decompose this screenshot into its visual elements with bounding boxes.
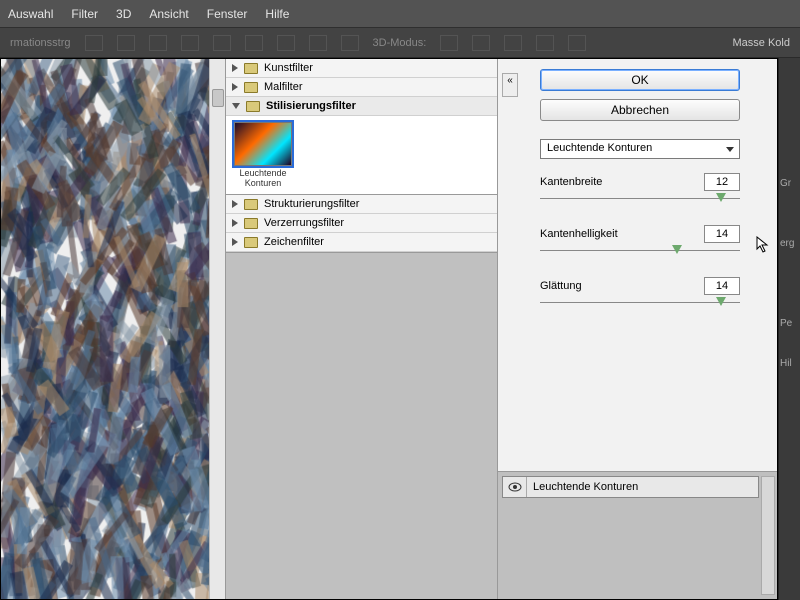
thumb-leuchtende-konturen[interactable]: Leuchtende Konturen [232, 122, 294, 188]
thumbnail-label: Leuchtende Konturen [232, 168, 294, 188]
param-value-input[interactable] [704, 225, 740, 243]
effect-row[interactable]: Leuchtende Konturen [502, 476, 759, 498]
tree-item-malfilter[interactable]: Malfilter [226, 78, 497, 97]
folder-icon [244, 82, 258, 93]
slider-thumb[interactable] [716, 297, 726, 306]
disclosure-triangle-icon [232, 238, 238, 246]
tree-item-zeichenfilter[interactable]: Zeichenfilter [226, 233, 497, 252]
tree-item-kunstfilter[interactable]: Kunstfilter [226, 59, 497, 78]
filter-thumbnails: Leuchtende Konturen [226, 116, 497, 195]
opt-icon[interactable] [536, 35, 554, 51]
preview-canvas[interactable] [1, 59, 225, 599]
param-label: Glättung [540, 280, 582, 292]
opt-icon[interactable] [245, 35, 263, 51]
disclosure-triangle-icon [232, 83, 238, 91]
tree-label: Zeichenfilter [264, 236, 324, 248]
opt-icon[interactable] [277, 35, 295, 51]
opt-icon[interactable] [309, 35, 327, 51]
filter-tree: Kunstfilter Malfilter Stilisierungsfilte… [226, 59, 498, 599]
effects-list: Leuchtende Konturen [498, 471, 777, 599]
opt-icon[interactable] [85, 35, 103, 51]
opt-icon[interactable] [117, 35, 135, 51]
opt-icon[interactable] [472, 35, 490, 51]
panel-stub[interactable]: Pe [778, 318, 800, 329]
folder-icon [244, 218, 258, 229]
param-label: Kantenhelligkeit [540, 228, 618, 240]
folder-icon [244, 237, 258, 248]
opt-icon[interactable] [504, 35, 522, 51]
effects-scrollbar[interactable] [761, 476, 775, 595]
opt-icon[interactable] [568, 35, 586, 51]
opt-icon[interactable] [149, 35, 167, 51]
panel-tab-label[interactable]: Masse Kold [733, 37, 790, 49]
scrollbar-thumb[interactable] [212, 89, 224, 107]
menu-hilfe[interactable]: Hilfe [265, 7, 289, 21]
panel-stub[interactable]: Hil [778, 358, 800, 369]
right-panel-strip: Gr erg Pe Hil [778, 58, 800, 600]
menu-ansicht[interactable]: Ansicht [149, 7, 188, 21]
menu-3d[interactable]: 3D [116, 7, 131, 21]
tree-label: Malfilter [264, 81, 303, 93]
options-bar: rmationsstrg 3D-Modus: Masse Kold [0, 28, 800, 58]
folder-icon [246, 101, 260, 112]
effect-label: Leuchtende Konturen [527, 481, 638, 493]
preview-pane [1, 59, 226, 599]
menu-auswahl[interactable]: Auswahl [8, 7, 53, 21]
param-slider[interactable] [540, 247, 740, 255]
preview-scrollbar[interactable] [209, 59, 225, 599]
options-label: rmationsstrg [10, 37, 71, 49]
tree-item-verzerrungsfilter[interactable]: Verzerrungsfilter [226, 214, 497, 233]
disclosure-triangle-icon [232, 219, 238, 227]
filter-select[interactable]: Leuchtende Konturen [540, 139, 740, 159]
param-slider[interactable] [540, 195, 740, 203]
filter-gallery-dialog: Kunstfilter Malfilter Stilisierungsfilte… [0, 58, 778, 600]
menu-fenster[interactable]: Fenster [207, 7, 248, 21]
tree-item-stilisierungsfilter[interactable]: Stilisierungsfilter [226, 97, 497, 116]
disclosure-triangle-icon [232, 64, 238, 72]
panel-stub[interactable]: Gr [778, 178, 800, 189]
param-slider[interactable] [540, 299, 740, 307]
param-kantenbreite: Kantenbreite [540, 173, 740, 203]
slider-thumb[interactable] [672, 245, 682, 254]
menu-filter[interactable]: Filter [71, 7, 98, 21]
tree-label: Stilisierungsfilter [266, 100, 356, 112]
opt-3d-mode-label: 3D-Modus: [373, 37, 427, 49]
opt-icon[interactable] [213, 35, 231, 51]
cancel-button[interactable]: Abbrechen [540, 99, 740, 121]
collapse-toggle[interactable]: « [502, 73, 518, 97]
param-glaettung: Glättung [540, 277, 740, 307]
tree-label: Strukturierungsfilter [264, 198, 359, 210]
folder-icon [244, 199, 258, 210]
tree-label: Verzerrungsfilter [264, 217, 344, 229]
param-value-input[interactable] [704, 277, 740, 295]
menubar: Auswahl Filter 3D Ansicht Fenster Hilfe [0, 0, 800, 28]
slider-thumb[interactable] [716, 193, 726, 202]
tree-item-strukturierungsfilter[interactable]: Strukturierungsfilter [226, 195, 497, 214]
tree-label: Kunstfilter [264, 62, 313, 74]
param-kantenhelligkeit: Kantenhelligkeit [540, 225, 740, 255]
disclosure-triangle-icon [232, 200, 238, 208]
eye-icon [508, 482, 522, 492]
param-value-input[interactable] [704, 173, 740, 191]
ok-button[interactable]: OK [540, 69, 740, 91]
visibility-toggle[interactable] [503, 477, 527, 497]
opt-icon[interactable] [440, 35, 458, 51]
disclosure-triangle-icon [232, 103, 240, 109]
opt-icon[interactable] [181, 35, 199, 51]
thumbnail-image [234, 122, 292, 166]
opt-icon[interactable] [341, 35, 359, 51]
panel-stub[interactable]: erg [778, 238, 800, 249]
param-label: Kantenbreite [540, 176, 602, 188]
controls-pane: « OK Abbrechen Leuchtende Konturen Kante… [498, 59, 777, 599]
folder-icon [244, 63, 258, 74]
